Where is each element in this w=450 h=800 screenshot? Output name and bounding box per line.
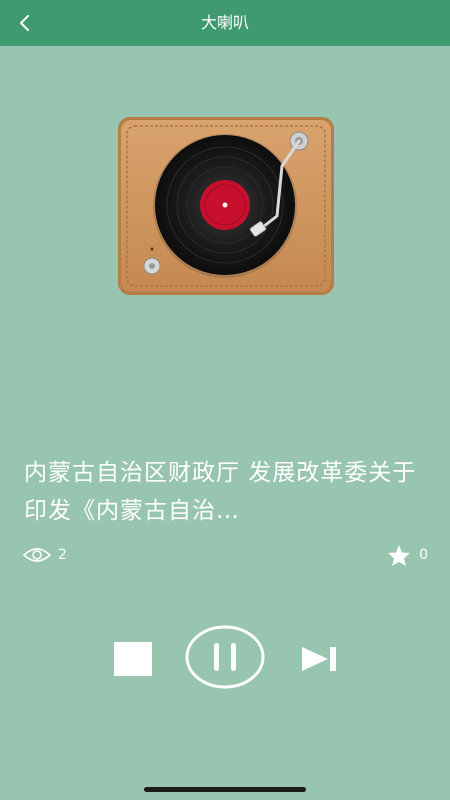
view-count-value: 2 xyxy=(58,547,67,563)
next-button[interactable] xyxy=(300,645,338,673)
star-icon xyxy=(388,544,411,566)
pause-icon xyxy=(185,625,265,689)
player-screen: 大喇叭 内蒙古自治区财政厅 发展改革委关于印发《内蒙古自治… 2 0 xyxy=(0,0,450,800)
stats-row: 2 0 xyxy=(22,541,432,569)
skip-next-icon xyxy=(302,647,336,671)
record-player-icon xyxy=(118,117,334,295)
favorite-count-value: 0 xyxy=(419,547,428,563)
favorite-button[interactable]: 0 xyxy=(387,541,428,569)
header-bar: 大喇叭 xyxy=(0,0,450,46)
pause-button[interactable] xyxy=(185,625,265,689)
article-title: 内蒙古自治区财政厅 发展改革委关于印发《内蒙古自治… xyxy=(24,460,417,524)
stop-button[interactable] xyxy=(114,642,152,676)
view-count: 2 xyxy=(22,541,67,569)
eye-icon xyxy=(22,548,52,562)
page-title: 大喇叭 xyxy=(200,13,249,32)
home-indicator xyxy=(144,787,306,792)
